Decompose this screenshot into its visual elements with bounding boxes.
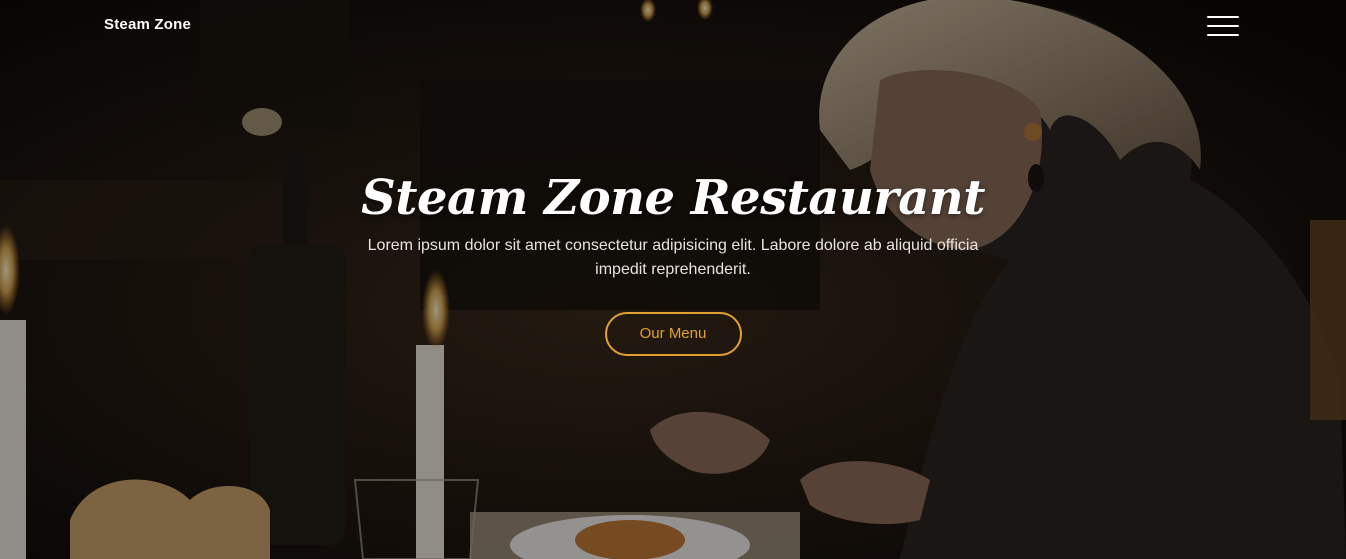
hamburger-line-top <box>1207 16 1239 18</box>
our-menu-button[interactable]: Our Menu <box>604 312 742 356</box>
hero-subtitle: Lorem ipsum dolor sit amet consectetur a… <box>367 237 979 278</box>
hero-content: Steam Zone Restaurant Lorem ipsum dolor … <box>0 170 1346 356</box>
hamburger-line-bottom <box>1207 34 1239 36</box>
brand-logo-link[interactable]: Steam Zone <box>104 16 191 33</box>
hero-section: Steam Zone Steam Zone Restaurant Lorem i… <box>0 0 1346 559</box>
hamburger-line-middle <box>1207 25 1239 27</box>
hamburger-icon[interactable] <box>1207 16 1239 36</box>
hero-title: Steam Zone Restaurant <box>361 170 985 226</box>
